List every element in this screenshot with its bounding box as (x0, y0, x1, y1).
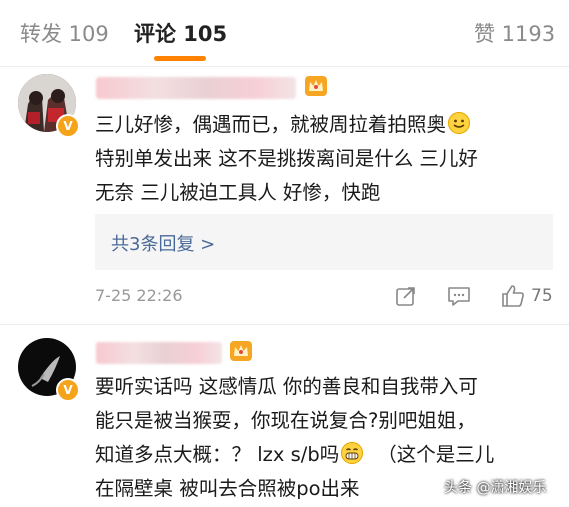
comment-text-line: 要听实话吗 这感情瓜 你的善良和自我带入可 (95, 375, 478, 398)
view-replies-link[interactable]: 共3条回复 > (111, 230, 215, 256)
replies-box: 共3条回复 > (95, 214, 553, 270)
like-thumb-icon[interactable] (500, 283, 526, 309)
username-blurred[interactable] (96, 77, 296, 99)
verified-badge-icon: V (56, 378, 80, 402)
comment-tabs: 转发 109 评论 105 赞 1193 (0, 0, 569, 67)
comment-text-line: 知道多点大概：？ lzx s/b吗 （这个是三儿 (95, 442, 495, 466)
comment-text-line: 特别单发出来 这不是挑拨离间是什么 三儿好 (95, 147, 478, 170)
tab-comments[interactable]: 评论 105 (134, 18, 227, 48)
grin-emoji-icon (341, 442, 364, 464)
comment-text-line: 无奈 三儿被迫工具人 好惨，快跑 (95, 181, 381, 204)
smile-emoji-icon (448, 112, 471, 134)
crown-icon (305, 76, 327, 96)
comment-text-line: 三儿好惨，偶遇而已，就被周拉着拍照奥 (95, 108, 471, 142)
username-blurred[interactable] (96, 342, 222, 364)
like-count: 75 (531, 286, 553, 306)
comment-text-line: 能只是被当猴耍，你现在说复合?别吧姐姐， (95, 409, 476, 432)
verified-badge-icon: V (56, 114, 80, 138)
crown-icon (230, 341, 252, 361)
comment-divider (0, 324, 569, 325)
comment-text-line: 在隔壁桌 被叫去合照被po出来 (95, 477, 360, 500)
tab-likes[interactable]: 赞 1193 (474, 18, 555, 48)
comment-icon[interactable] (447, 285, 471, 307)
tab-repost[interactable]: 转发 109 (20, 18, 109, 48)
comment-timestamp: 7-25 22:26 (95, 286, 183, 305)
watermark: 头条 @潇湘娱乐 (444, 480, 547, 496)
active-tab-indicator (154, 56, 206, 61)
share-icon[interactable] (395, 285, 417, 307)
